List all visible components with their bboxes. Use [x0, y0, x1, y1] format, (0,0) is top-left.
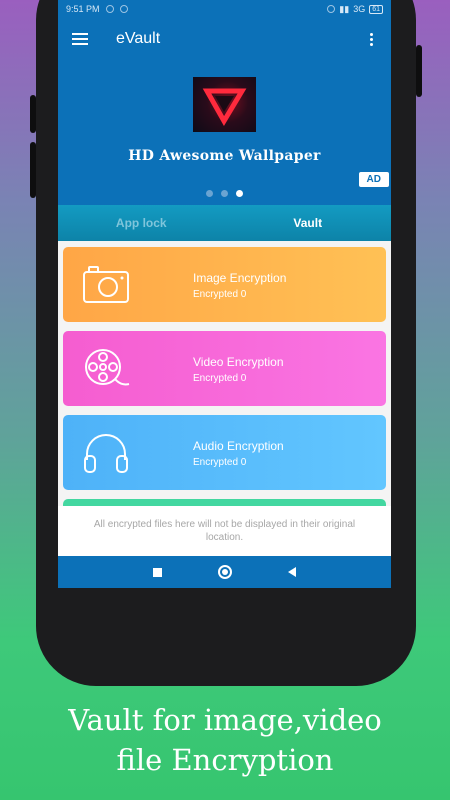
phone-side-button: [30, 142, 36, 198]
camera-icon: [83, 266, 129, 303]
system-nav-bar: [58, 556, 391, 588]
card-subtitle: Encrypted 0: [193, 289, 247, 300]
caption-line-1: Vault for image,video: [68, 703, 382, 737]
app-title: eVault: [116, 30, 161, 47]
tab-vault[interactable]: Vault: [225, 216, 392, 230]
headphones-icon: [84, 434, 128, 473]
home-icon[interactable]: [218, 565, 232, 579]
carousel-dot[interactable]: [206, 190, 213, 197]
notification-icon: [105, 5, 114, 13]
image-encryption-card[interactable]: Image Encryption Encrypted 0: [63, 247, 386, 322]
menu-icon[interactable]: [72, 33, 88, 45]
ad-banner[interactable]: HD Awesome Wallpaper AD: [58, 60, 391, 205]
battery-icon: 61: [369, 4, 383, 14]
film-reel-icon: [85, 349, 130, 386]
card-subtitle: Encrypted 0: [193, 373, 247, 384]
info-notice: All encrypted files here will not be dis…: [58, 506, 391, 556]
carousel-indicator: [58, 190, 391, 197]
card-subtitle: Encrypted 0: [193, 457, 247, 468]
video-encryption-card[interactable]: Video Encryption Encrypted 0: [63, 331, 386, 406]
encryption-card-list: Image Encryption Encrypted 0 Video Encry…: [58, 241, 391, 511]
notification-icon: [119, 5, 128, 13]
carousel-dot-active[interactable]: [236, 190, 243, 197]
phone-side-button: [30, 95, 36, 133]
recents-icon[interactable]: [153, 567, 162, 577]
ad-badge[interactable]: AD: [358, 172, 389, 187]
promo-caption: Vault for image,video file Encryption: [0, 700, 450, 780]
card-title: Audio Encryption: [193, 439, 284, 453]
tab-bar: App lock Vault: [58, 205, 391, 241]
wallpaper-thumbnail: [193, 77, 256, 132]
alarm-icon: [327, 5, 336, 13]
caption-line-2: file Encryption: [116, 743, 334, 777]
tab-app-lock[interactable]: App lock: [58, 216, 225, 230]
more-options-icon[interactable]: [366, 32, 377, 46]
status-bar: 9:51 PM ▮▮ 3G 61: [58, 0, 391, 18]
card-title: Image Encryption: [193, 271, 287, 285]
status-time: 9:51 PM: [66, 4, 100, 14]
signal-icon: ▮▮: [339, 3, 350, 14]
banner-title: HD Awesome Wallpaper: [128, 148, 321, 164]
network-type: 3G: [353, 4, 366, 14]
audio-encryption-card[interactable]: Audio Encryption Encrypted 0: [63, 415, 386, 490]
carousel-dot[interactable]: [221, 190, 228, 197]
app-bar: eVault: [58, 18, 391, 60]
card-title: Video Encryption: [193, 355, 284, 369]
back-icon[interactable]: [288, 567, 296, 577]
phone-screen: 9:51 PM ▮▮ 3G 61 eVault HD Awesome Wallp…: [58, 0, 391, 588]
phone-side-button: [416, 45, 422, 97]
